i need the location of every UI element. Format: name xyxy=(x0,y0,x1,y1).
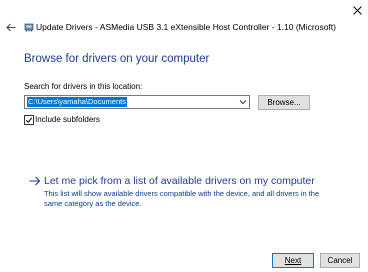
arrow-right-icon xyxy=(29,176,41,186)
back-button[interactable] xyxy=(2,18,20,36)
chevron-down-icon[interactable] xyxy=(239,98,247,106)
window-title: Update Drivers - ASMedia USB 3.1 eXtensi… xyxy=(36,22,336,32)
next-button[interactable]: Next xyxy=(272,253,314,268)
close-icon xyxy=(352,5,362,15)
cancel-button[interactable]: Cancel xyxy=(320,253,360,268)
checkmark-icon xyxy=(25,117,33,123)
pick-driver-option[interactable]: Let me pick from a list of available dri… xyxy=(24,172,340,210)
page-heading: Browse for drivers on your computer xyxy=(24,53,210,65)
search-path-input[interactable]: C:\Users\yamaha\Documents xyxy=(27,97,127,107)
search-path-combobox[interactable]: C:\Users\yamaha\Documents xyxy=(24,95,250,109)
back-arrow-icon xyxy=(6,23,16,31)
update-drivers-window: Update Drivers - ASMedia USB 3.1 eXtensi… xyxy=(0,0,368,272)
browse-button[interactable]: Browse... xyxy=(258,95,310,110)
include-subfolders-checkbox[interactable] xyxy=(24,115,34,125)
include-subfolders-label[interactable]: Include subfolders xyxy=(35,115,100,125)
device-icon xyxy=(24,23,34,32)
pick-driver-description: This list will show available drivers co… xyxy=(44,189,320,208)
search-location-label: Search for drivers in this location: xyxy=(24,82,143,91)
pick-driver-link[interactable]: Let me pick from a list of available dri… xyxy=(44,175,315,188)
close-button[interactable] xyxy=(346,0,368,20)
title-bar: Update Drivers - ASMedia USB 3.1 eXtensi… xyxy=(0,0,368,40)
next-button-label: Next xyxy=(284,256,302,265)
button-bar: Next Cancel xyxy=(0,248,368,272)
